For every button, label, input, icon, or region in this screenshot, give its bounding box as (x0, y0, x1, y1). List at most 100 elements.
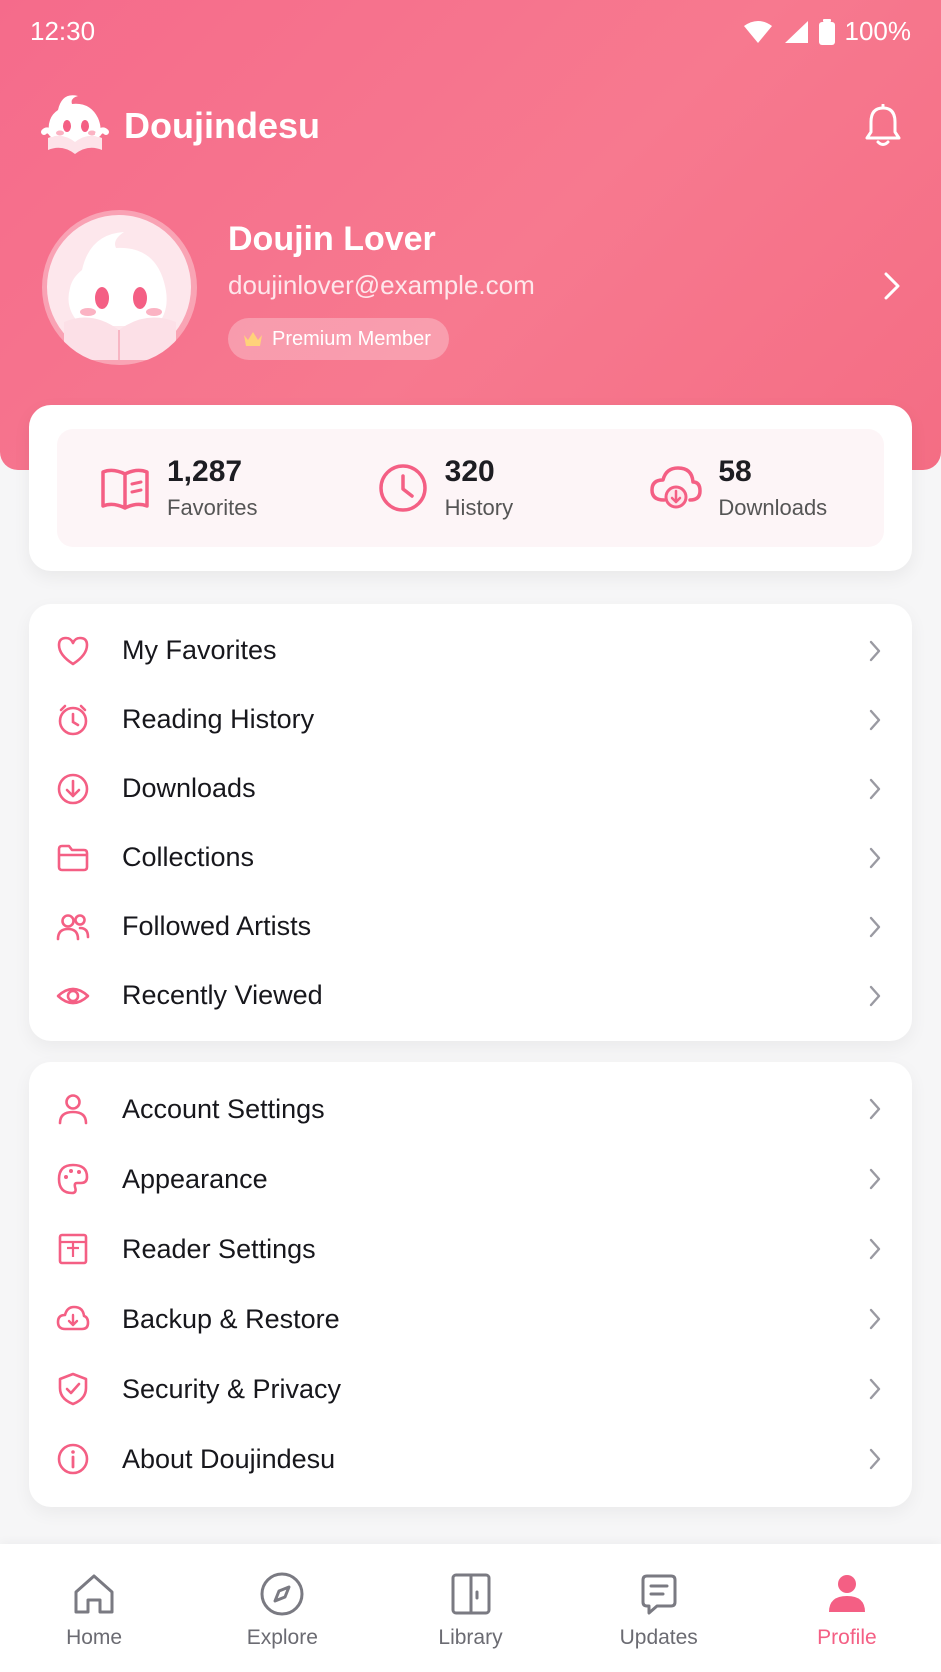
chevron-right-icon (869, 1448, 881, 1470)
settings-menu: Account Settings Appearance Reader Setti… (29, 1062, 912, 1507)
nav-profile[interactable]: Profile (753, 1544, 941, 1672)
menu-label: Reader Settings (122, 1233, 316, 1264)
stats-card: 1,287 Favorites 320 History 58 Downloads (29, 405, 912, 571)
folder-icon (57, 844, 89, 871)
home-icon (74, 1574, 114, 1614)
menu-label: Recently Viewed (122, 980, 323, 1010)
notification-bell-icon[interactable] (863, 104, 903, 148)
cloud-icon (56, 1305, 90, 1331)
book-icon (101, 468, 149, 510)
menu-item-recently-viewed[interactable]: Recently Viewed (29, 961, 912, 1030)
chevron-right-icon (869, 640, 881, 661)
menu-item-my-favorites[interactable]: My Favorites (29, 616, 912, 685)
clock-icon (378, 464, 427, 512)
stat-favorites[interactable]: 1,287 Favorites (57, 429, 333, 547)
chevron-right-icon (869, 778, 881, 799)
menu-item-reading-history[interactable]: Reading History (29, 685, 912, 754)
download-icon (57, 773, 89, 804)
user-email: doujinlover@example.com (228, 270, 535, 300)
nav-label: Profile (817, 1626, 877, 1649)
app-bar: Doujindesu (38, 88, 903, 166)
status-time: 12:30 (30, 16, 96, 46)
menu-label: Reading History (122, 704, 315, 734)
menu-label: Appearance (122, 1163, 268, 1194)
stat-label: Downloads (718, 495, 828, 520)
library-icon (451, 1573, 490, 1615)
menu-item-downloads[interactable]: Downloads (29, 754, 912, 823)
cloud-download-icon (650, 466, 703, 509)
bottom-navigation: Home Explore Library Updates Profile (0, 1544, 941, 1672)
app-logo-icon (41, 95, 109, 154)
menu-item-about[interactable]: About Doujindesu (29, 1424, 912, 1494)
stat-downloads[interactable]: 58 Downloads (610, 429, 884, 547)
menu-item-security-privacy[interactable]: Security & Privacy (29, 1354, 912, 1424)
chevron-right-icon (869, 1098, 881, 1120)
menu-item-backup-restore[interactable]: Backup & Restore (29, 1284, 912, 1354)
menu-label: Collections (122, 842, 255, 872)
palette-icon (57, 1163, 89, 1195)
info-icon (57, 1443, 89, 1475)
stat-history[interactable]: 320 History (333, 429, 611, 547)
stats-row: 1,287 Favorites 320 History 58 Downloads (57, 429, 884, 547)
chevron-right-icon (869, 1308, 881, 1330)
menu-label: Security & Privacy (122, 1373, 342, 1404)
menu-item-reader-settings[interactable]: Reader Settings (29, 1214, 912, 1284)
nav-label: Home (66, 1626, 123, 1649)
chevron-right-icon (869, 1238, 881, 1260)
avatar-mascot-icon (47, 215, 191, 360)
battery-percent: 100% (844, 16, 912, 46)
avatar[interactable] (42, 210, 197, 365)
chevron-right-icon (869, 1378, 881, 1400)
chevron-right-icon (869, 847, 881, 868)
stat-value: 58 (718, 455, 752, 488)
menu-item-account-settings[interactable]: Account Settings (29, 1074, 912, 1144)
reader-icon (58, 1233, 88, 1265)
menu-label: Account Settings (122, 1093, 325, 1124)
profile-summary[interactable]: Doujin Lover doujinlover@example.com Pre… (42, 210, 902, 370)
compass-icon (260, 1572, 304, 1616)
chevron-right-icon (869, 985, 881, 1006)
nav-label: Library (438, 1626, 503, 1649)
status-bar: 12:30 100% (0, 0, 941, 62)
menu-label: My Favorites (122, 635, 277, 665)
profile-icon (828, 1575, 865, 1612)
crown-icon (244, 332, 262, 346)
menu-item-followed-artists[interactable]: Followed Artists (29, 892, 912, 961)
stat-value: 320 (444, 455, 495, 488)
nav-explore[interactable]: Explore (188, 1544, 376, 1672)
menu-item-collections[interactable]: Collections (29, 823, 912, 892)
menu-item-appearance[interactable]: Appearance (29, 1144, 912, 1214)
signal-icon (784, 20, 808, 43)
chevron-right-icon[interactable] (882, 270, 902, 302)
library-menu: My Favorites Reading History Downloads C… (29, 604, 912, 1041)
menu-label: Downloads (122, 773, 256, 803)
app-title: Doujindesu (124, 105, 320, 146)
menu-label: About Doujindesu (122, 1443, 336, 1474)
shield-icon (58, 1372, 88, 1406)
nav-updates[interactable]: Updates (565, 1544, 753, 1672)
chevron-right-icon (869, 916, 881, 937)
stat-value: 1,287 (167, 455, 243, 488)
status-icons: 100% (743, 16, 912, 47)
user-icon (58, 1094, 88, 1125)
chevron-right-icon (869, 1168, 881, 1190)
nav-home[interactable]: Home (0, 1544, 188, 1672)
stat-label: History (444, 495, 514, 520)
premium-badge: Premium Member (228, 318, 449, 360)
menu-label: Backup & Restore (122, 1303, 340, 1334)
wifi-icon (743, 20, 772, 43)
users-icon (56, 913, 90, 940)
history-icon (58, 704, 88, 735)
heart-icon (57, 636, 89, 665)
nav-library[interactable]: Library (376, 1544, 564, 1672)
stat-label: Favorites (167, 495, 258, 520)
chevron-right-icon (869, 709, 881, 730)
user-name: Doujin Lover (228, 220, 436, 258)
updates-icon (641, 1574, 677, 1615)
premium-badge-label: Premium Member (272, 327, 431, 350)
nav-label: Explore (246, 1626, 318, 1649)
menu-label: Followed Artists (122, 911, 312, 941)
battery-icon (818, 18, 835, 45)
nav-label: Updates (619, 1626, 698, 1649)
eye-icon (56, 987, 90, 1004)
